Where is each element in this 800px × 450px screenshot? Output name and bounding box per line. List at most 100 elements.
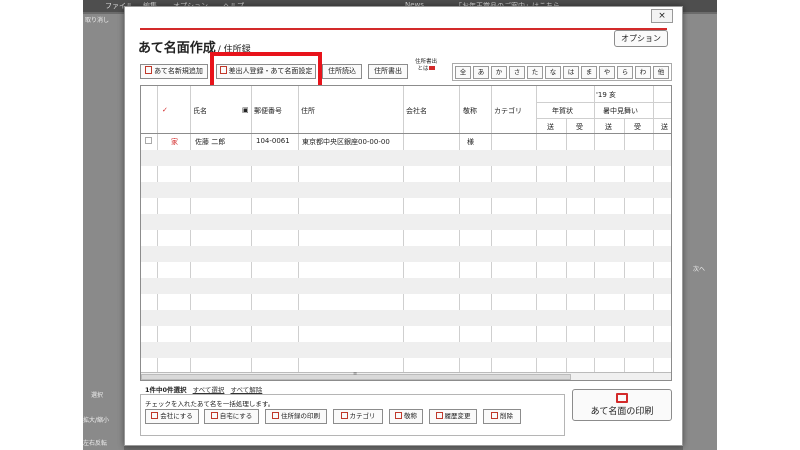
honorific-label: 敬称 [404,412,417,420]
honorific-button[interactable]: 敬称 [389,409,423,424]
empty-row [141,166,671,182]
deselect-all-link[interactable]: すべて解除 [231,386,263,394]
header-category[interactable]: カテゴリ [494,106,522,116]
kana-tab-all[interactable]: 全 [455,66,471,79]
delete-label: 削除 [500,412,513,420]
next-label[interactable]: 次へ [693,264,705,273]
empty-row [141,230,671,246]
printer-icon [616,393,628,403]
header-sent-shochu: 送 [605,123,612,131]
empty-row [141,214,671,230]
kana-tab-wa[interactable]: わ [635,66,651,79]
header-address[interactable]: 住所 [301,106,315,116]
card-plus-icon [145,66,153,74]
honorific-icon [395,412,402,419]
screen: ファイル 編集 オプション ヘルプ News 「お年玉賞品のご案内」はこちら 取… [0,0,800,450]
kana-tab-ha[interactable]: は [563,66,579,79]
header-received-shochu: 受 [634,123,641,131]
export-help-link[interactable]: 住所書出 とは [415,59,437,73]
kana-filter-bar: 全 あ か さ た な は ま や ら わ 他 [452,63,672,81]
kana-tab-a[interactable]: あ [473,66,489,79]
make-home-button[interactable]: 自宅にする [204,409,259,424]
kana-tab-na[interactable]: な [545,66,561,79]
history-change-button[interactable]: 履歴変更 [429,409,477,424]
selection-info: 1件中0件選択 すべて選択 すべて解除 [145,384,262,394]
horizontal-scrollbar[interactable]: ≡ [141,371,671,380]
header-sent-next: 送 [661,123,668,131]
kana-tab-ya[interactable]: や [599,66,615,79]
empty-row [141,150,671,166]
address-dialog: × あて名面作成 / 住所録 オプション あて名新規追加 差出人登録・あて名面設定… [124,6,683,446]
option-button[interactable]: オプション [614,30,668,47]
category-button[interactable]: カテゴリ [333,409,383,424]
empty-row [141,182,671,198]
table-row[interactable]: 家 佐藤 二郎 104-0061 東京都中央区銀座00-00-00 様 [141,134,671,150]
add-address-label: あて名新規追加 [154,67,203,75]
header-honorific[interactable]: 敬称 [463,106,477,116]
header-zip[interactable]: 郵便番号 [254,106,282,116]
undo-label[interactable]: 取り消し [85,15,109,24]
empty-row [141,278,671,294]
flag-icon [428,66,435,70]
right-panel [683,14,717,450]
grid-divider [536,118,671,119]
kana-tab-ka[interactable]: か [491,66,507,79]
category-label: カテゴリ [349,412,376,420]
select-all-link[interactable]: すべて選択 [193,386,225,394]
history-icon [435,412,443,419]
make-home-label: 自宅にする [219,412,253,420]
trash-icon [491,412,498,419]
select-tool-label[interactable]: 選択 [91,390,103,399]
header-nenga: 年賀状 [552,107,573,115]
house-icon [210,412,218,419]
sort-icon[interactable]: ▣ [242,106,249,114]
export-help-text: とは [417,66,429,72]
kana-tab-other[interactable]: 他 [653,66,669,79]
empty-row [141,310,671,326]
empty-row [141,198,671,214]
kana-tab-sa[interactable]: さ [509,66,525,79]
print-addressbook-button[interactable]: 住所録の印刷 [265,409,327,424]
header-year: '19 亥 [596,91,617,99]
check-sort-header[interactable]: ✓ [162,106,168,114]
header-received-nenga: 受 [576,123,583,131]
zoom-tool-label[interactable]: 拡大/縮小 [83,415,109,424]
kana-tab-ma[interactable]: ま [581,66,597,79]
empty-row [141,342,671,358]
left-panel [83,14,124,450]
selection-count: 1件中0件選択 [145,386,187,394]
folder-icon [340,412,348,419]
row-checkbox[interactable] [145,137,152,144]
empty-row [141,262,671,278]
empty-row [141,358,671,372]
accent-divider [140,28,667,30]
close-button[interactable]: × [651,9,673,23]
kana-tab-ra[interactable]: ら [617,66,633,79]
header-name[interactable]: 氏名 [193,106,207,116]
empty-row [141,294,671,310]
history-change-label: 履歴変更 [444,412,471,420]
header-sent-nenga: 送 [547,123,554,131]
address-grid: ✓ 氏名 ▣ 郵便番号 住所 会社名 敬称 カテゴリ '19 亥 年賀状 暑中見… [140,85,672,381]
delete-button[interactable]: 削除 [483,409,521,424]
print-address-side-button[interactable]: あて名面の印刷 [572,389,672,421]
building-icon [151,412,159,419]
import-address-button[interactable]: 住所読込 [322,64,362,79]
home-icon: 家 [171,138,178,146]
printer-icon [272,412,279,419]
export-address-button[interactable]: 住所書出 [368,64,408,79]
title-text: あて名面作成 [138,41,216,56]
kana-tab-ta[interactable]: た [527,66,543,79]
add-address-button[interactable]: あて名新規追加 [140,64,208,79]
row-honorific: 様 [467,138,474,146]
header-company[interactable]: 会社名 [406,106,427,116]
row-address: 東京都中央区銀座00-00-00 [302,138,390,146]
print-addressbook-label: 住所録の印刷 [281,412,320,420]
make-company-label: 会社にする [160,412,193,420]
scroll-grip-icon: ≡ [353,371,358,377]
flip-tool-label[interactable]: 左右反転 [83,438,107,447]
make-company-button[interactable]: 会社にする [145,409,199,424]
export-help-line2: とは [415,66,437,73]
grid-divider [536,102,671,103]
bulk-action-panel: チェックを入れたあて名を一括処理します。 会社にする 自宅にする 住所録の印刷 … [140,394,565,436]
